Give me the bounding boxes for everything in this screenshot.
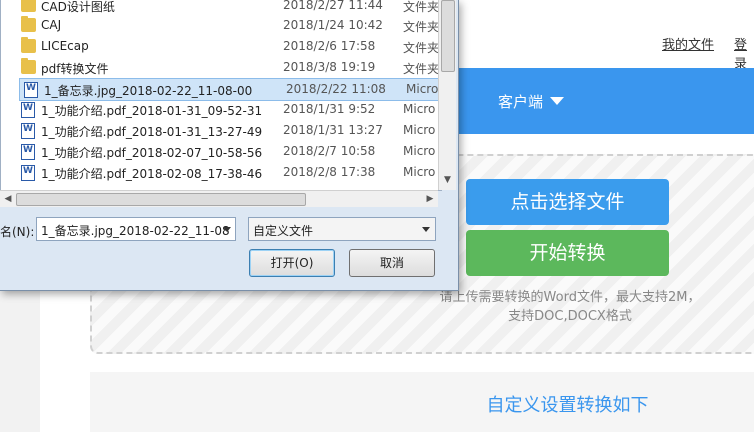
file-open-dialog: CAD设计图纸 2018/2/27 11:44 文件夹 CAJ 2018/1/2…: [0, 0, 459, 291]
file-name: CAD设计图纸: [41, 0, 115, 14]
file-name: pdf转换文件: [41, 62, 109, 76]
file-type: Micro: [403, 165, 436, 179]
folder-icon: [21, 58, 36, 74]
filename-label: 名(N):: [0, 225, 35, 239]
scroll-down-arrow-icon[interactable]: ▼: [439, 170, 456, 190]
list-item[interactable]: 1_功能介绍.pdf_2018-02-08_17-38-46 2018/2/8 …: [17, 162, 441, 183]
open-button[interactable]: 打开(O): [249, 249, 335, 277]
scroll-right-arrow-icon[interactable]: ▶: [422, 191, 438, 207]
upload-hint-line-2: 支持DOC,DOCX格式: [508, 309, 632, 324]
upload-hint-line-1: 请上传需要转换的Word文件，最大支持2M，: [439, 290, 701, 305]
horizontal-scrollbar[interactable]: ◀ ▶: [0, 190, 438, 207]
file-date: 2018/1/31 9:52: [283, 102, 376, 116]
file-type: 文件夹: [403, 41, 440, 55]
caret-down-icon: [550, 96, 565, 105]
filename-value: 1_备忘录.jpg_2018-02-22_11-08: [41, 224, 230, 238]
file-date: 2018/3/8 19:19: [283, 60, 376, 74]
file-date: 2018/2/22 11:08: [286, 82, 386, 96]
file-list[interactable]: CAD设计图纸 2018/2/27 11:44 文件夹 CAJ 2018/1/2…: [0, 0, 442, 191]
chevron-down-icon[interactable]: [223, 227, 231, 232]
filename-input[interactable]: 1_备忘录.jpg_2018-02-22_11-08: [36, 217, 236, 241]
file-date: 2018/2/7 10:58: [283, 144, 376, 158]
word-doc-icon: [24, 82, 38, 98]
word-doc-icon: [21, 165, 35, 181]
list-item[interactable]: 1_功能介绍.pdf_2018-01-31_13-27-49 2018/1/31…: [17, 120, 441, 141]
scroll-left-arrow-icon[interactable]: ◀: [0, 191, 16, 207]
file-name: 1_功能介绍.pdf_2018-02-07_10-58-56: [41, 146, 263, 160]
word-doc-icon: [21, 144, 35, 160]
file-date: 2018/1/24 10:42: [283, 18, 383, 32]
list-item[interactable]: 1_功能介绍.pdf_2018-01-31_09-52-31 2018/1/31…: [17, 99, 441, 120]
file-type: Micro: [406, 82, 439, 96]
chevron-down-icon[interactable]: [422, 227, 430, 232]
nav-client-label: 客户端: [498, 93, 544, 111]
custom-settings-title: 自定义设置转换如下: [486, 395, 649, 416]
file-name: 1_备忘录.jpg_2018-02-22_11-08-00: [44, 84, 253, 98]
file-type: Micro: [403, 102, 436, 116]
folder-icon: [21, 16, 36, 32]
start-convert-button[interactable]: 开始转换: [466, 230, 669, 276]
file-name: 1_功能介绍.pdf_2018-01-31_13-27-49: [41, 125, 263, 139]
select-file-button[interactable]: 点击选择文件: [466, 179, 669, 225]
list-item[interactable]: 1_功能介绍.pdf_2018-02-07_10-58-56 2018/2/7 …: [17, 141, 441, 162]
my-files-link[interactable]: 我的文件: [662, 34, 714, 53]
folder-icon: [21, 37, 36, 53]
upload-hint: 请上传需要转换的Word文件，最大支持2M， 支持DOC,DOCX格式: [420, 288, 720, 326]
file-date: 2018/1/31 13:27: [283, 123, 383, 137]
nav-client-menu[interactable]: 客户端: [498, 91, 565, 112]
file-type: Micro: [403, 123, 436, 137]
list-item-selected[interactable]: 1_备忘录.jpg_2018-02-22_11-08-00 2018/2/22 …: [19, 78, 439, 101]
list-item[interactable]: LICEcap 2018/2/6 17:58 文件夹: [17, 36, 441, 57]
horizontal-scroll-thumb[interactable]: [16, 193, 306, 206]
word-doc-icon: [21, 102, 35, 118]
file-type: 文件夹: [403, 20, 440, 34]
file-name: 1_功能介绍.pdf_2018-02-08_17-38-46: [41, 167, 263, 181]
vertical-scroll-thumb[interactable]: [441, 0, 455, 72]
file-date: 2018/2/8 17:38: [283, 165, 376, 179]
file-date: 2018/2/6 17:58: [283, 39, 376, 53]
list-item[interactable]: CAD设计图纸 2018/2/27 11:44 文件夹: [17, 0, 441, 16]
list-item[interactable]: pdf转换文件 2018/3/8 19:19 文件夹: [17, 57, 441, 78]
login-link[interactable]: 登录: [734, 34, 754, 72]
file-type: Micro: [403, 144, 436, 158]
file-type-value: 自定义文件: [253, 224, 314, 238]
file-type: 文件夹: [403, 0, 440, 14]
file-name: CAJ: [41, 18, 62, 32]
vertical-scrollbar[interactable]: ▼: [438, 0, 456, 190]
file-name: 1_功能介绍.pdf_2018-01-31_09-52-31: [41, 104, 263, 118]
file-name: LICEcap: [41, 39, 89, 53]
file-type-select[interactable]: 自定义文件: [248, 217, 436, 241]
cancel-button[interactable]: 取消: [349, 249, 435, 277]
folder-icon: [21, 0, 36, 12]
list-item[interactable]: CAJ 2018/1/24 10:42 文件夹: [17, 15, 441, 36]
word-doc-icon: [21, 123, 35, 139]
file-type: 文件夹: [403, 62, 440, 76]
file-date: 2018/2/27 11:44: [283, 0, 383, 12]
